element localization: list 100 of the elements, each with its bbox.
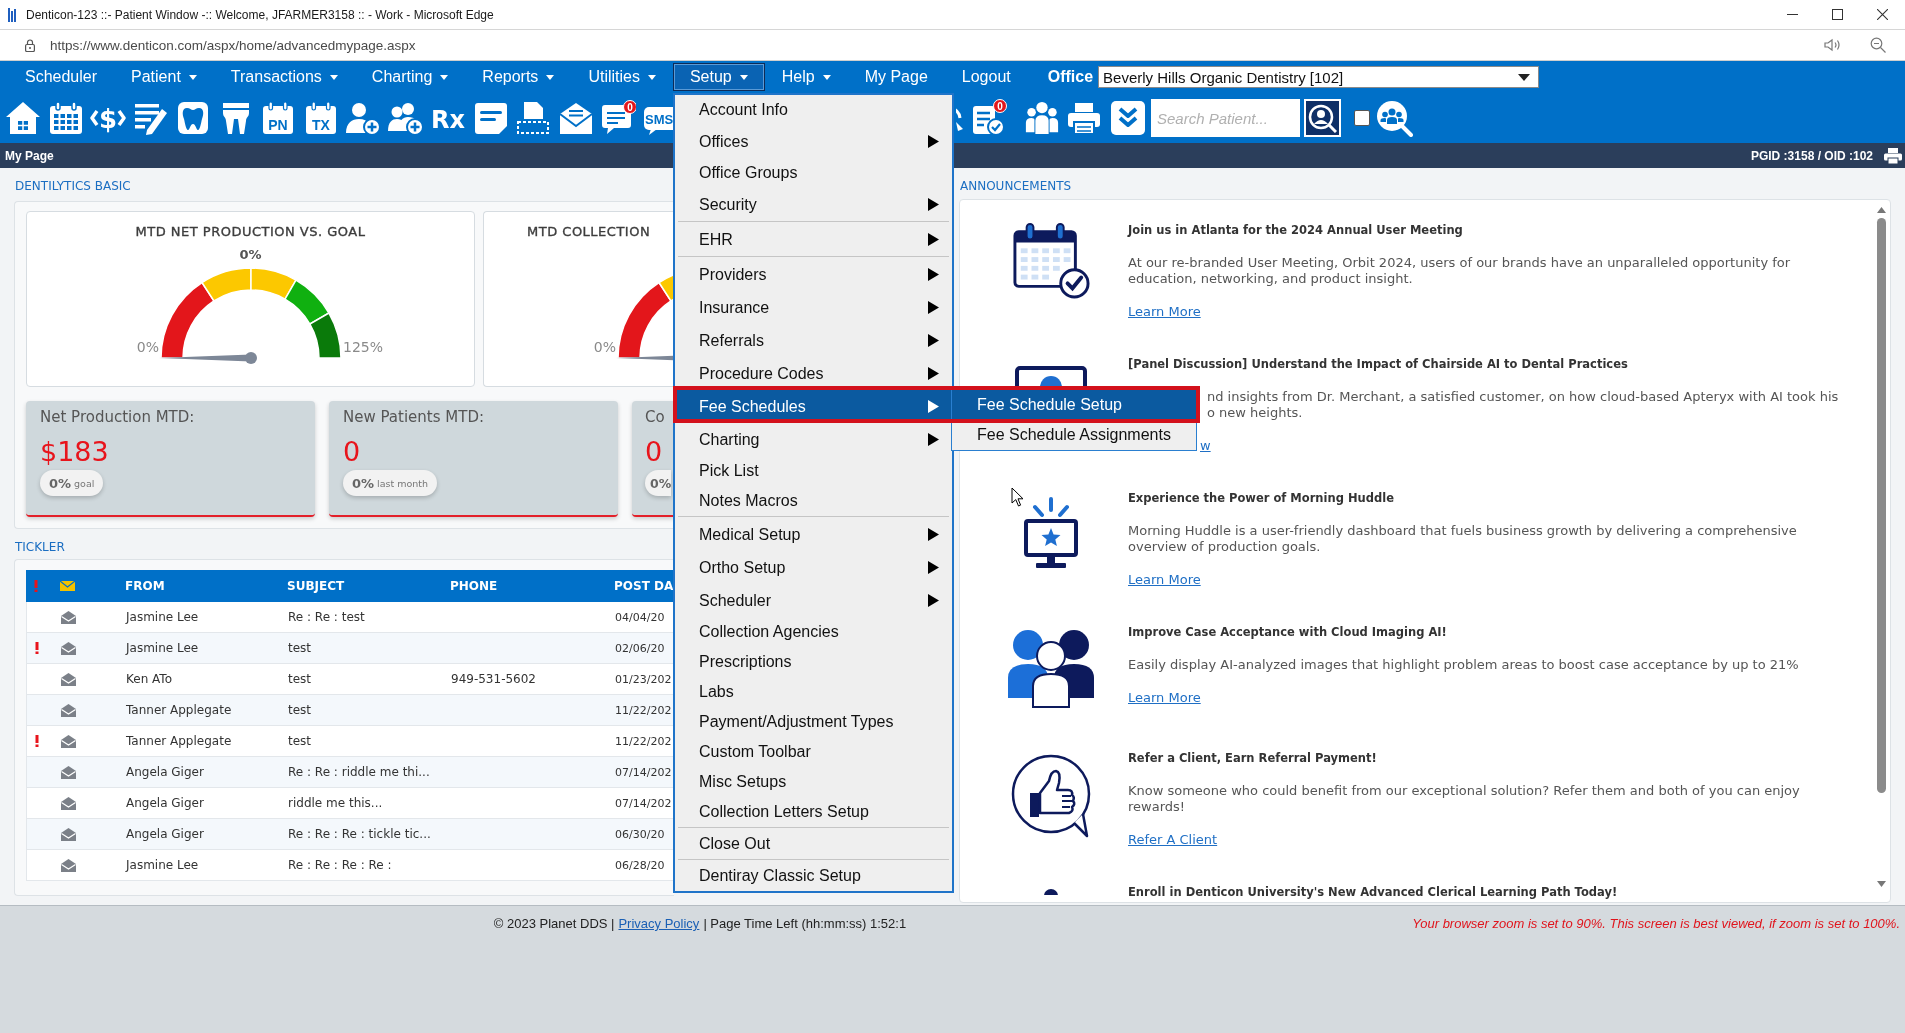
table-row[interactable]: Tanner Applegate test 11/22/202 xyxy=(26,726,674,757)
subject-text: test xyxy=(288,672,312,686)
menu-item[interactable]: Fee Schedule Setup xyxy=(952,390,1196,420)
search-field[interactable]: Search Patient... xyxy=(1151,99,1300,137)
announcement-link[interactable]: Learn More xyxy=(1128,304,1201,320)
add-person-icon[interactable] xyxy=(345,100,381,136)
menu-item[interactable]: Charting xyxy=(675,423,952,456)
open-envelope-icon xyxy=(61,827,76,841)
close-icon[interactable] xyxy=(1877,9,1888,20)
column-header[interactable]: FROM xyxy=(125,579,165,593)
thumbs-up-bubble-icon xyxy=(1010,753,1092,839)
printer-icon[interactable] xyxy=(1884,147,1902,164)
announcement-link[interactable]: Refer A Client xyxy=(1128,832,1218,848)
read-aloud-icon[interactable] xyxy=(1824,37,1841,53)
table-row[interactable]: Angela Giger Re : Re : riddle me thi... 07/14/202 xyxy=(26,757,674,788)
menu-item[interactable]: Close Out xyxy=(675,829,952,859)
sender-name: Jasmine Lee xyxy=(126,858,199,872)
zoom-out-icon[interactable] xyxy=(1870,37,1887,53)
menu-tab[interactable]: Logout xyxy=(944,63,1028,91)
menu-item[interactable]: Security xyxy=(675,188,952,221)
menu-item[interactable]: Custom Toolbar xyxy=(675,737,952,767)
scrollbar-thumb[interactable] xyxy=(1876,218,1886,793)
printer-icon[interactable] xyxy=(1066,100,1102,136)
table-row[interactable]: Jasmine Lee Re : Re : Re : Re : 06/28/20 xyxy=(26,850,674,881)
announcement-link[interactable]: w xyxy=(1200,438,1211,454)
home-icon[interactable] xyxy=(5,100,41,136)
scroll-down-icon[interactable] xyxy=(1876,881,1886,887)
menu-item[interactable]: Medical Setup xyxy=(675,518,952,551)
table-row[interactable]: Ken ATo test 949-531-5602 01/23/202 xyxy=(26,664,674,695)
menu-tab[interactable]: Utilities xyxy=(571,63,673,91)
sender-name: Tanner Applegate xyxy=(126,703,232,717)
menu-item[interactable]: EHR xyxy=(675,223,952,256)
menu-tab[interactable]: Setup xyxy=(672,63,765,91)
column-header[interactable]: PHONE xyxy=(450,579,498,593)
people-icon[interactable] xyxy=(1024,100,1060,136)
calendar-icon[interactable] xyxy=(47,100,84,136)
count-badge: 0 xyxy=(623,100,636,114)
time-left-text: | Page Time Left (hh:mm:ss) 1:52:1 xyxy=(703,916,907,932)
table-row[interactable]: Jasmine Lee Re : Re : test 04/04/20 xyxy=(26,602,674,633)
gauge-max-label: 125% xyxy=(343,339,384,355)
menu-item[interactable]: Misc Setups xyxy=(675,767,952,797)
prescription-icon[interactable]: Rx xyxy=(430,100,466,136)
menu-tab[interactable]: Charting xyxy=(354,63,466,91)
menu-item[interactable]: Insurance xyxy=(675,291,952,324)
menu-tab[interactable]: Reports xyxy=(465,63,572,91)
add-people-icon[interactable] xyxy=(387,100,424,136)
caret-icon xyxy=(1518,73,1531,81)
group-search-icon[interactable] xyxy=(1376,99,1413,137)
count-badge: 0 xyxy=(993,99,1007,113)
menu-tab[interactable]: Transactions xyxy=(213,63,355,91)
table-row[interactable]: Jasmine Lee test 02/06/20 xyxy=(26,633,674,664)
menu-item[interactable]: Collection Agencies xyxy=(675,617,952,647)
menu-tab[interactable]: Scheduler xyxy=(8,63,115,91)
menu-item[interactable]: Offices xyxy=(675,125,952,158)
announcement-title: [Panel Discussion] Understand the Impact of Chairside AI to Dental Practices xyxy=(1128,356,1628,372)
menu-item[interactable]: Procedure Codes xyxy=(675,357,952,390)
menu-item[interactable]: Providers xyxy=(675,258,952,291)
post-date: 02/06/20 xyxy=(615,642,665,655)
checkbox[interactable] xyxy=(1354,110,1370,126)
note-icon[interactable] xyxy=(472,100,509,136)
menu-item[interactable]: Scheduler xyxy=(675,584,952,617)
gauge-band xyxy=(284,279,330,325)
table-row[interactable]: Angela Giger riddle me this... 07/14/202 xyxy=(26,788,674,819)
menu-item[interactable]: Fee Schedule Assignments xyxy=(952,420,1196,450)
url-text[interactable]: https://www.denticon.com/aspx/home/advancedmypage.aspx xyxy=(50,37,416,53)
announcement-link[interactable]: Learn More xyxy=(1128,572,1201,588)
column-header[interactable]: SUBJECT xyxy=(287,579,345,593)
scanner-icon[interactable] xyxy=(515,100,551,136)
menu-item[interactable]: Dentiray Classic Setup xyxy=(675,861,952,891)
menu-item[interactable]: Referrals xyxy=(675,324,952,357)
table-row[interactable]: Angela Giger Re : Re : Re : tickle tic... 06/30/20 xyxy=(26,819,674,850)
menu-item[interactable]: Prescriptions xyxy=(675,647,952,677)
tooth-icon[interactable] xyxy=(175,100,211,136)
post-date: 04/04/20 xyxy=(615,611,665,624)
column-header[interactable]: POST DA xyxy=(614,579,674,593)
announcement-text: At our re-branded User Meeting, Orbit 2024, users of our brands have an unparalleled opportunity for education, networking, and product insight. xyxy=(1128,255,1792,287)
announcement-title: Join us in Atlanta for the 2024 Annual User Meeting xyxy=(1128,222,1463,238)
menu-item[interactable]: Account Info xyxy=(675,95,952,125)
menu-tab[interactable]: Patient xyxy=(114,63,214,91)
menu-item[interactable]: Ortho Setup xyxy=(675,551,952,584)
scroll-up-icon[interactable] xyxy=(1876,207,1886,213)
subject-text: test xyxy=(288,641,312,655)
privacy-policy-link[interactable]: Privacy Policy xyxy=(618,916,700,932)
maximize-icon[interactable] xyxy=(1832,9,1843,20)
table-row[interactable]: Tanner Applegate test 11/22/202 xyxy=(26,695,674,726)
menu-tab[interactable]: My Page xyxy=(847,63,945,91)
menu-item[interactable]: Collection Letters Setup xyxy=(675,797,952,827)
menu-item[interactable]: Notes Macros xyxy=(675,486,952,516)
kpi-value: 0 xyxy=(343,436,361,468)
office-select[interactable]: Beverly Hills Organic Dentistry [102] xyxy=(1098,66,1540,88)
search-patient-button[interactable] xyxy=(1304,99,1341,137)
mail-icon[interactable] xyxy=(557,100,594,136)
announcement-link[interactable]: Learn More xyxy=(1128,690,1201,706)
double-chevron-icon[interactable] xyxy=(1110,100,1146,136)
open-envelope-icon xyxy=(61,734,76,748)
menu-tab[interactable]: Help xyxy=(764,63,848,91)
menu-item[interactable]: Payment/Adjustment Types xyxy=(675,707,952,737)
menu-item[interactable]: Labs xyxy=(675,677,952,707)
menu-item[interactable]: Office Groups xyxy=(675,158,952,188)
menu-item[interactable]: Pick List xyxy=(675,456,952,486)
